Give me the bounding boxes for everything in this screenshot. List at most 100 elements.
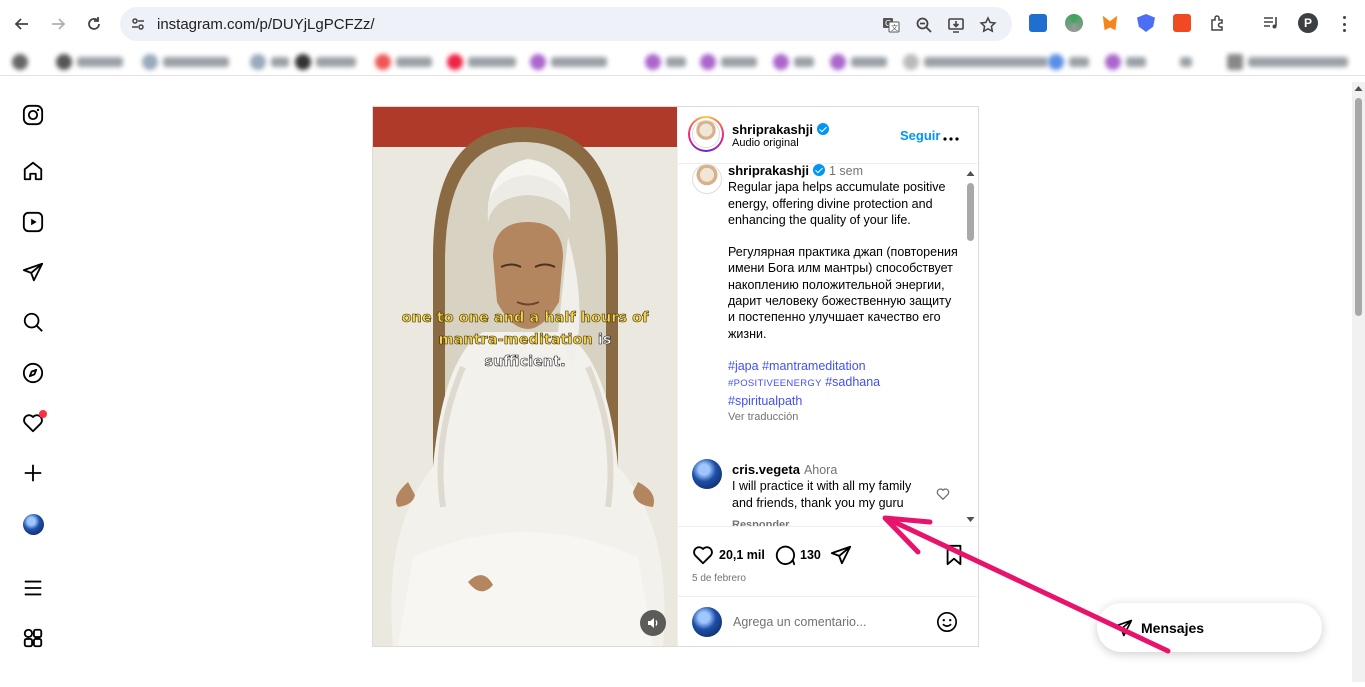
bookmark-item[interactable] <box>295 53 356 71</box>
bookmark-item[interactable] <box>1180 53 1192 71</box>
bookmark-item[interactable] <box>1105 53 1146 71</box>
bookmarks-bar <box>0 48 1365 76</box>
hashtag-link[interactable]: #sadhana <box>825 375 880 389</box>
reply-button[interactable]: Responder <box>732 517 928 526</box>
comments-scroll-area[interactable]: shriprakashji 1 sem Regular japa helps ac… <box>678 164 980 526</box>
bookmark-item[interactable] <box>142 53 229 71</box>
back-button[interactable] <box>10 12 34 36</box>
more-options-icon[interactable] <box>943 125 959 146</box>
subtitle-line-1: one to one and a half hours of <box>401 310 649 327</box>
bookmark-item[interactable] <box>903 53 1048 71</box>
install-app-icon[interactable] <box>947 16 965 34</box>
hashtag-link[interactable]: #mantrameditation <box>762 359 866 373</box>
bookmark-item[interactable] <box>375 53 432 71</box>
notifications-heart-icon[interactable] <box>21 410 47 435</box>
create-plus-icon[interactable] <box>21 461 45 485</box>
caption-time: 1 sem <box>828 164 863 178</box>
address-bar[interactable]: instagram.com/p/DUYjLgPCFZz/ G文 <box>120 7 1012 41</box>
post-dialog: one to one and a half hours of mantra-me… <box>372 106 980 647</box>
share-icon[interactable] <box>830 544 852 571</box>
author-username[interactable]: shriprakashji <box>732 122 813 137</box>
search-icon[interactable] <box>21 310 45 334</box>
comments-count[interactable]: 130 <box>800 548 821 562</box>
extension-red-icon[interactable] <box>1173 14 1191 32</box>
comments-scrollbar[interactable] <box>965 169 976 524</box>
post-actions: 20,1 mil 130 5 de febrero <box>678 526 980 596</box>
bookmark-item[interactable] <box>447 53 516 71</box>
site-settings-icon[interactable] <box>130 16 146 32</box>
comment-time: Ahora <box>803 463 838 477</box>
emoji-icon[interactable] <box>936 611 958 638</box>
author-avatar[interactable] <box>688 116 724 152</box>
add-comment-bar: Agrega un comentario... <box>678 596 980 646</box>
profile-avatar[interactable] <box>21 512 45 536</box>
commenter-username[interactable]: cris.vegeta <box>732 462 800 477</box>
bookmark-item[interactable] <box>773 53 814 71</box>
svg-text:文: 文 <box>891 23 898 32</box>
save-bookmark-icon[interactable] <box>944 544 964 571</box>
verified-badge-icon <box>812 164 825 176</box>
reels-icon[interactable] <box>21 210 45 234</box>
follow-button[interactable]: Seguir <box>900 128 940 143</box>
bookmark-item[interactable] <box>830 53 887 71</box>
subtitle-line-2-rest: is <box>592 332 612 349</box>
instagram-logo-icon[interactable] <box>21 103 45 127</box>
bookmark-star-icon[interactable] <box>979 16 997 34</box>
bookmark-item[interactable] <box>12 53 28 71</box>
messages-label: Mensajes <box>1141 620 1205 636</box>
comment: cris.vegeta Ahora I will practice it with… <box>732 462 928 526</box>
subtitle-line-2-highlight: mantra-meditation <box>438 332 593 349</box>
back-arrow-icon <box>14 18 28 30</box>
forward-arrow-icon <box>52 18 66 30</box>
forward-button[interactable] <box>46 12 70 36</box>
caption-author-avatar[interactable] <box>692 164 722 194</box>
like-comment-icon[interactable] <box>936 487 950 506</box>
bookmark-item[interactable] <box>645 53 686 71</box>
direct-messages-icon[interactable] <box>21 260 45 284</box>
page-scrollbar[interactable] <box>1352 82 1365 682</box>
see-translation-link[interactable]: Ver traducción <box>728 409 960 425</box>
current-user-avatar <box>692 607 722 637</box>
video-frame-image <box>373 107 677 646</box>
hashtag-link[interactable]: #POSITIVEENERGY <box>728 378 822 389</box>
translate-icon[interactable]: G文 <box>882 16 900 34</box>
verified-badge-icon <box>816 123 829 135</box>
messages-pill[interactable]: Mensajes <box>1097 603 1322 652</box>
likes-count[interactable]: 20,1 mil <box>719 548 765 562</box>
reload-button[interactable] <box>82 12 106 36</box>
commenter-avatar[interactable] <box>692 459 722 489</box>
media-control-icon[interactable] <box>1262 14 1280 32</box>
speaker-icon <box>648 618 658 628</box>
bookmark-item[interactable] <box>1048 53 1089 71</box>
comment-bubble-icon[interactable] <box>774 544 796 571</box>
audio-toggle-button[interactable] <box>640 610 666 636</box>
caption-author-username[interactable]: shriprakashji <box>728 164 809 178</box>
bookmark-item[interactable] <box>250 53 289 71</box>
hashtag-link[interactable]: #japa <box>728 359 759 373</box>
bookmark-item[interactable] <box>530 53 607 71</box>
shield-extension-icon[interactable] <box>1137 14 1155 32</box>
explore-compass-icon[interactable] <box>21 361 45 385</box>
comment-text: I will practice it with all my family an… <box>732 479 912 510</box>
comment-input[interactable]: Agrega un comentario... <box>733 615 866 629</box>
post-sidebar: shriprakashji Audio original Seguir shri… <box>677 107 980 646</box>
metamask-icon[interactable] <box>1102 15 1118 31</box>
hashtag-link[interactable]: #spiritualpath <box>728 394 802 408</box>
post-video[interactable]: one to one and a half hours of mantra-me… <box>373 107 677 646</box>
audio-label[interactable]: Audio original <box>732 137 799 149</box>
bookmark-item[interactable] <box>56 53 123 71</box>
also-from-meta-icon[interactable] <box>21 626 45 650</box>
extension-1-icon[interactable] <box>1029 14 1047 32</box>
zoom-icon[interactable] <box>915 16 933 34</box>
bookmark-item[interactable] <box>700 53 757 71</box>
browser-menu-icon[interactable] <box>1337 14 1351 34</box>
extension-2-icon[interactable] <box>1065 14 1083 32</box>
bookmark-item[interactable] <box>1227 53 1348 71</box>
home-icon[interactable] <box>21 159 45 183</box>
post-date[interactable]: 5 de febrero <box>692 573 746 584</box>
more-menu-icon[interactable] <box>21 576 45 600</box>
browser-toolbar: instagram.com/p/DUYjLgPCFZz/ G文 P <box>0 0 1365 48</box>
like-heart-icon[interactable] <box>692 544 714 571</box>
profile-avatar[interactable]: P <box>1298 13 1318 33</box>
extensions-puzzle-icon[interactable] <box>1209 14 1227 32</box>
